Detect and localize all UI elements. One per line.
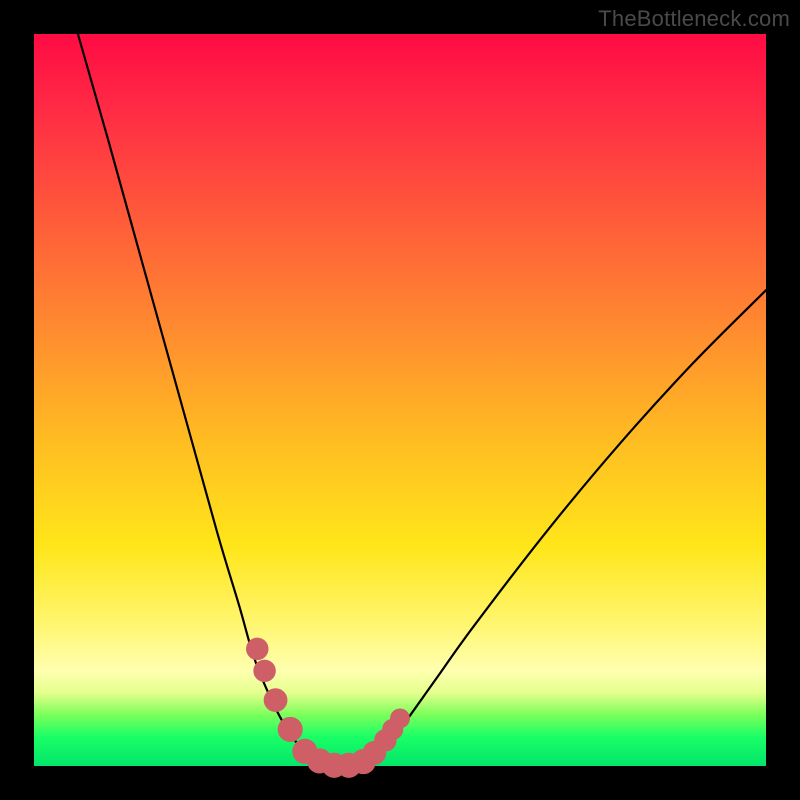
bottleneck-curve	[78, 34, 766, 766]
curve-marker	[253, 660, 276, 683]
plot-area	[34, 34, 766, 766]
curve-marker	[264, 688, 288, 712]
curve-svg	[34, 34, 766, 766]
curve-marker	[246, 638, 269, 661]
curve-markers	[246, 638, 410, 778]
chart-frame: TheBottleneck.com	[0, 0, 800, 800]
curve-marker	[278, 717, 303, 742]
curve-marker	[390, 708, 410, 728]
watermark-text: TheBottleneck.com	[598, 6, 790, 32]
